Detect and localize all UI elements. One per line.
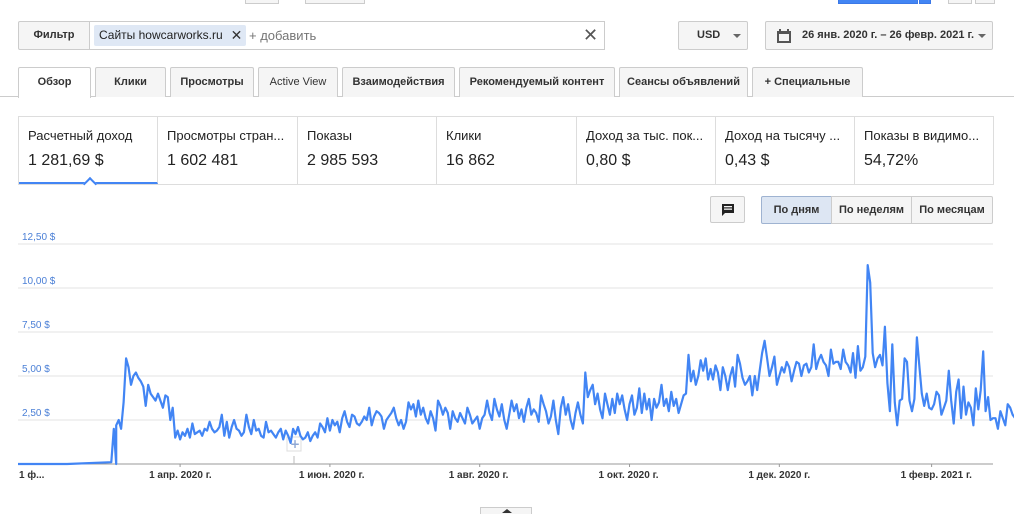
metric-label: Показы в видимо...: [864, 128, 980, 143]
granularity-weekly-button[interactable]: По неделям: [831, 196, 912, 224]
top-primary-button-stub[interactable]: [838, 0, 918, 4]
tab-matched-content[interactable]: Рекомендуемый контент: [459, 67, 615, 97]
tab-overview[interactable]: Обзор: [18, 67, 91, 98]
tab-engagement[interactable]: Взаимодействия: [342, 67, 455, 97]
y-tick-label: 10,00 $: [22, 276, 56, 287]
collapse-chart-button[interactable]: [480, 507, 532, 514]
tab-ad-sessions[interactable]: Сеансы объявлений: [619, 67, 748, 97]
metric-card-impression-rpm[interactable]: Доход за тыс. пок... 0,80 $: [577, 117, 716, 184]
x-tick-label: 1 дек. 2020 г.: [748, 470, 810, 481]
granularity-monthly-button[interactable]: По месяцам: [911, 196, 993, 224]
metric-value: 16 862: [446, 152, 495, 169]
x-tick-label: 1 апр. 2020 г.: [149, 470, 212, 481]
filter-chip-label: Сайты howcarworks.ru: [99, 28, 223, 42]
chevron-down-icon: [733, 34, 741, 38]
chevron-down-icon: [978, 34, 986, 38]
granularity-daily-button[interactable]: По дням: [761, 196, 832, 224]
metric-label: Расчетный доход: [28, 128, 133, 143]
filter-chip[interactable]: Сайты howcarworks.ru ✕: [94, 25, 247, 46]
earnings-line-chart: 12,50 $ 10,00 $ 7,50 $ 5,00 $ 2,50 $ 1 ф... 1 …: [18, 232, 1014, 481]
annotations-button[interactable]: [710, 196, 745, 223]
metric-label: Показы: [307, 128, 352, 143]
metric-value: 0,43 $: [725, 152, 770, 169]
tab-custom[interactable]: + Специальные: [752, 67, 863, 97]
metric-value: 2 985 593: [307, 152, 379, 169]
top-button-stub-1[interactable]: [245, 0, 279, 4]
metric-card-estimated-earnings[interactable]: Расчетный доход 1 281,69 $: [19, 117, 158, 184]
x-tick-label: 1 февр. 2021 г.: [901, 469, 973, 481]
clear-filter-icon[interactable]: ✕: [583, 25, 598, 46]
tab-active-view[interactable]: Active View: [258, 67, 338, 97]
metric-label: Клики: [446, 128, 482, 143]
metric-value: 54,72%: [864, 152, 919, 169]
metric-label: Просмотры стран...: [167, 128, 285, 143]
metric-card-impressions[interactable]: Показы 2 985 593: [298, 117, 437, 184]
metric-label: Доход за тыс. пок...: [586, 128, 704, 143]
tab-pageviews[interactable]: Просмотры: [170, 67, 254, 97]
date-range-picker[interactable]: 26 янв. 2020 г. – 26 февр. 2021 г.: [765, 21, 993, 50]
add-filter-input[interactable]: [249, 28, 549, 43]
chevron-up-icon: [502, 509, 512, 513]
metric-value: 1 602 481: [167, 152, 239, 169]
x-tick-label: 1 авг. 2020 г.: [449, 470, 509, 481]
calendar-icon: [777, 29, 791, 43]
metric-card-viewability[interactable]: Показы в видимо... 54,72%: [855, 117, 993, 184]
metric-value: 1 281,69 $: [28, 152, 104, 169]
y-tick-label: 7,50 $: [22, 320, 50, 331]
x-tick-label: 1 июн. 2020 г.: [299, 470, 365, 481]
metric-cards: Расчетный доход 1 281,69 $ Просмотры стр…: [18, 116, 994, 185]
metric-card-page-views[interactable]: Просмотры стран... 1 602 481: [158, 117, 298, 184]
metric-value: 0,80 $: [586, 152, 631, 169]
metric-card-page-rpm[interactable]: Доход на тысячу ... 0,43 $: [716, 117, 855, 184]
series-line: [18, 264, 1014, 466]
x-tick-label: 1 ф...: [19, 469, 45, 481]
metric-card-clicks[interactable]: Клики 16 862: [437, 117, 577, 184]
x-tick-label: 1 окт. 2020 г.: [599, 470, 659, 481]
y-tick-label: 5,00 $: [22, 364, 50, 375]
date-range-value: 26 янв. 2020 г. – 26 февр. 2021 г.: [802, 29, 975, 41]
y-tick-label: 12,50 $: [22, 232, 56, 243]
currency-select[interactable]: USD: [678, 21, 748, 50]
top-button-stub-3[interactable]: [948, 0, 972, 4]
top-button-stub-2[interactable]: [305, 0, 365, 4]
tab-clicks[interactable]: Клики: [95, 67, 166, 97]
filter-button[interactable]: Фильтр: [18, 21, 90, 50]
currency-value: USD: [697, 29, 721, 41]
metric-label: Доход на тысячу ...: [725, 128, 841, 143]
y-tick-label: 2,50 $: [22, 408, 50, 419]
top-button-stub-4[interactable]: [975, 0, 995, 4]
top-primary-dropdown-stub[interactable]: [919, 0, 931, 4]
comment-icon: [722, 204, 734, 216]
remove-chip-icon[interactable]: ✕: [231, 25, 243, 46]
